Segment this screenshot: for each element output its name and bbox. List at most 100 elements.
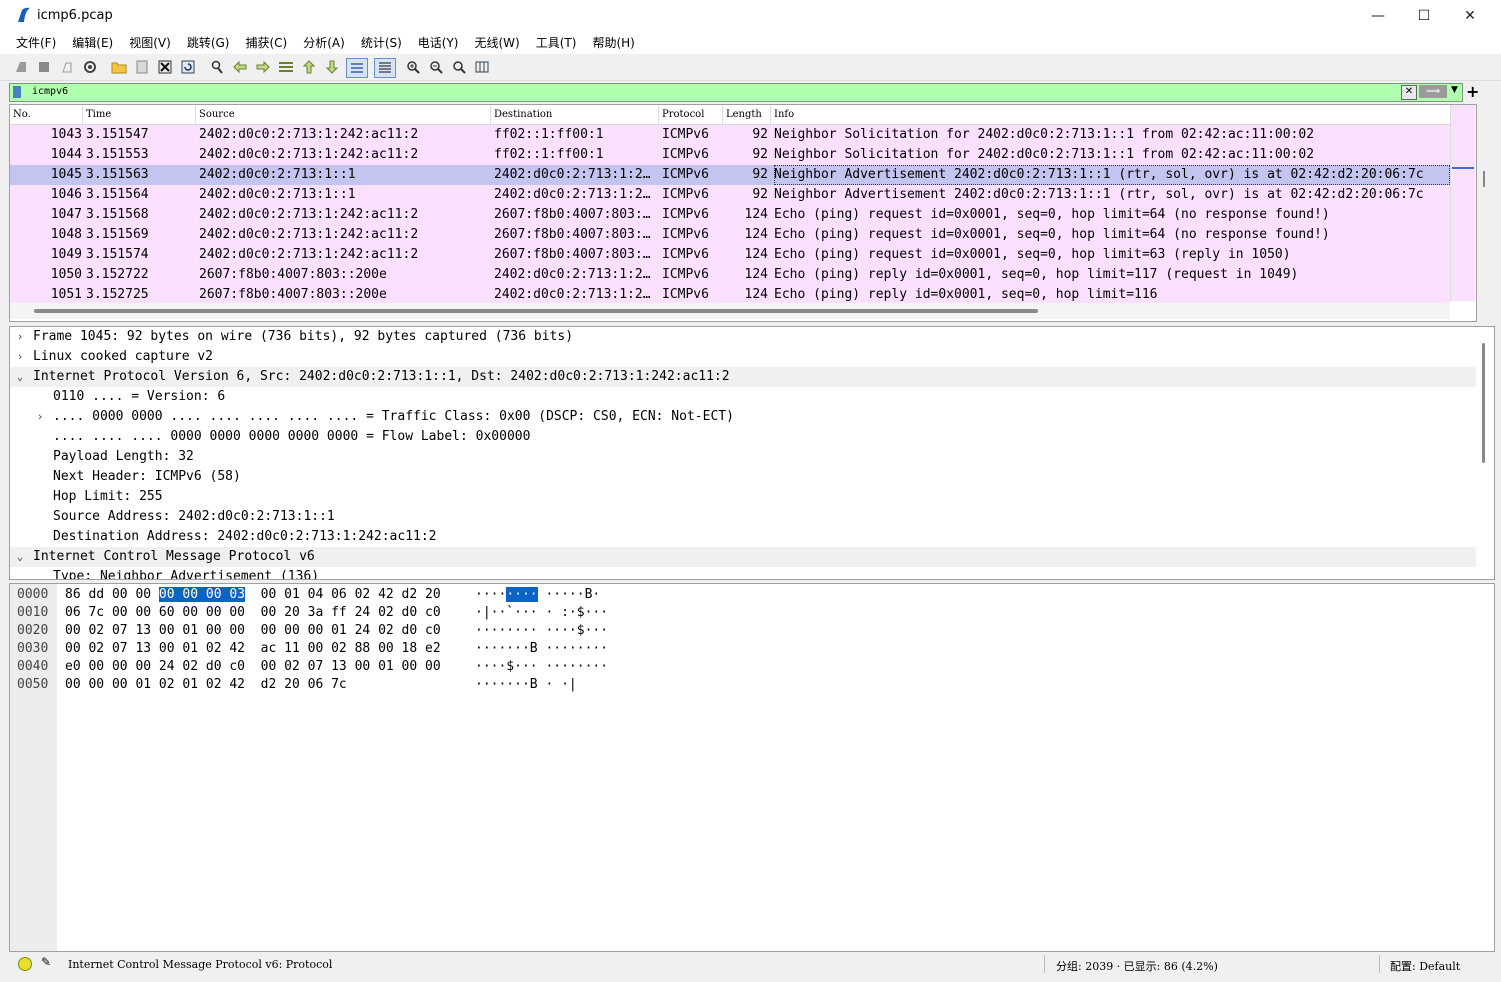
detail-tree-item[interactable]: › .... 0000 0000 .... .... .... .... ....…: [10, 407, 1476, 427]
filter-bookmark-icon[interactable]: [13, 86, 21, 98]
display-filter-input[interactable]: icmpv6: [32, 85, 68, 99]
detail-tree-item[interactable]: Type: Neighbor Advertisement (136): [10, 567, 1476, 579]
packet-list-hscroll-thumb[interactable]: [34, 309, 1038, 313]
stop-capture-icon[interactable]: [35, 58, 53, 76]
open-file-icon[interactable]: [110, 58, 128, 76]
details-scrollbar[interactable]: [1482, 343, 1485, 463]
reload-file-icon[interactable]: [179, 58, 197, 76]
menu-wireless[interactable]: 无线(W): [467, 32, 528, 54]
edit-comment-icon[interactable]: ✎: [41, 955, 51, 969]
packet-list-hscrollbar[interactable]: [10, 303, 1450, 319]
start-capture-icon[interactable]: [12, 58, 30, 76]
detail-tree-item[interactable]: ⌄ Internet Protocol Version 6, Src: 2402:…: [10, 367, 1476, 387]
ascii-bytes[interactable]: ·|··`··· · :·$···: [475, 604, 608, 622]
detail-tree-item[interactable]: › Linux cooked capture v2: [10, 347, 1476, 367]
hex-bytes[interactable]: 86 dd 00 00 00 00 00 03 00 01 04 06 02 4…: [65, 586, 441, 604]
filter-apply-button[interactable]: ⟹: [1419, 85, 1447, 98]
ascii-bytes[interactable]: ········ ·····B·: [475, 586, 600, 604]
column-header-time[interactable]: Time: [83, 105, 196, 124]
column-header-info[interactable]: Info: [771, 105, 1450, 124]
hex-dump-row[interactable]: 0020 00 02 07 13 00 01 00 00 00 00 00 01 …: [10, 622, 710, 640]
menu-view[interactable]: 视图(V): [121, 32, 179, 54]
detail-tree-item[interactable]: 0110 .... = Version: 6: [10, 387, 1476, 407]
close-button[interactable]: ✕: [1447, 0, 1493, 32]
column-header-destination[interactable]: Destination: [491, 105, 659, 124]
menu-edit[interactable]: 编辑(E): [64, 32, 121, 54]
go-last-icon[interactable]: [323, 58, 341, 76]
menu-analyze[interactable]: 分析(A): [295, 32, 353, 54]
close-file-icon[interactable]: [156, 58, 174, 76]
filter-history-dropdown[interactable]: ▼: [1451, 85, 1458, 95]
expand-arrow-icon[interactable]: ›: [13, 327, 27, 347]
go-to-packet-icon[interactable]: [277, 58, 295, 76]
menu-file[interactable]: 文件(F): [8, 32, 64, 54]
find-packet-icon[interactable]: [208, 58, 226, 76]
resize-columns-icon[interactable]: [473, 58, 491, 76]
column-header-no[interactable]: No.: [10, 105, 83, 124]
go-back-icon[interactable]: [231, 58, 249, 76]
menu-go[interactable]: 跳转(G): [179, 32, 238, 54]
ascii-bytes[interactable]: ····$··· ········: [475, 658, 608, 676]
autoscroll-icon[interactable]: [346, 58, 368, 78]
zoom-normal-icon[interactable]: [450, 58, 468, 76]
maximize-button[interactable]: ☐: [1401, 0, 1447, 32]
column-header-length[interactable]: Length: [723, 105, 771, 124]
menu-statistics[interactable]: 统计(S): [353, 32, 410, 54]
detail-tree-item[interactable]: Next Header: ICMPv6 (58): [10, 467, 1476, 487]
packet-row[interactable]: 1047 3.151568 2402:d0c0:2:713:1:242:ac11:2…: [10, 205, 1450, 225]
go-first-icon[interactable]: [300, 58, 318, 76]
menu-telephony[interactable]: 电话(Y): [410, 32, 467, 54]
restart-capture-icon[interactable]: [58, 58, 76, 76]
menu-capture[interactable]: 捕获(C): [237, 32, 295, 54]
packet-row-selected[interactable]: 1045 3.151563 2402:d0c0:2:713:1::1 2402:d0c…: [10, 165, 1450, 185]
expand-arrow-icon[interactable]: ›: [33, 407, 47, 427]
ascii-bytes[interactable]: ·······B ········: [475, 640, 608, 658]
column-header-source[interactable]: Source: [196, 105, 491, 124]
menu-help[interactable]: 帮助(H): [584, 32, 642, 54]
hex-bytes[interactable]: 00 00 00 01 02 01 02 42 d2 20 06 7c: [65, 676, 347, 694]
capture-options-icon[interactable]: [81, 58, 99, 76]
packet-row[interactable]: 1051 3.152725 2607:f8b0:4007:803::200e 2402…: [10, 285, 1450, 305]
hex-dump-row[interactable]: 0030 00 02 07 13 00 01 02 42 ac 11 00 02 …: [10, 640, 710, 658]
detail-tree-item[interactable]: Payload Length: 32: [10, 447, 1476, 467]
filter-clear-button[interactable]: ✕: [1401, 85, 1417, 100]
hex-dump-row[interactable]: 0010 06 7c 00 00 60 00 00 00 00 20 3a ff …: [10, 604, 710, 622]
status-profile[interactable]: 配置: Default: [1390, 958, 1460, 974]
minimize-button[interactable]: —: [1355, 0, 1401, 32]
detail-tree-item[interactable]: Source Address: 2402:d0c0:2:713:1::1: [10, 507, 1476, 527]
zoom-in-icon[interactable]: [404, 58, 422, 76]
detail-tree-item[interactable]: Hop Limit: 255: [10, 487, 1476, 507]
add-filter-button[interactable]: +: [1466, 82, 1479, 101]
hex-dump-row[interactable]: 0050 00 00 00 01 02 01 02 42 d2 20 06 7c ·…: [10, 676, 710, 694]
menu-tools[interactable]: 工具(T): [528, 32, 585, 54]
detail-tree-item[interactable]: Destination Address: 2402:d0c0:2:713:1:2…: [10, 527, 1476, 547]
detail-tree-item[interactable]: .... .... .... 0000 0000 0000 0000 0000 …: [10, 427, 1476, 447]
ascii-bytes[interactable]: ········ ····$···: [475, 622, 608, 640]
go-forward-icon[interactable]: [254, 58, 272, 76]
hex-bytes[interactable]: 00 02 07 13 00 01 00 00 00 00 00 01 24 0…: [65, 622, 441, 640]
expert-info-icon[interactable]: [18, 957, 32, 971]
packet-row[interactable]: 1046 3.151564 2402:d0c0:2:713:1::1 2402:d0c…: [10, 185, 1450, 205]
packet-row[interactable]: 1048 3.151569 2402:d0c0:2:713:1:242:ac11:2…: [10, 225, 1450, 245]
collapse-arrow-icon[interactable]: ⌄: [13, 547, 27, 567]
column-header-protocol[interactable]: Protocol: [659, 105, 723, 124]
hex-bytes[interactable]: e0 00 00 00 24 02 d0 c0 00 02 07 13 00 0…: [65, 658, 441, 676]
hex-dump-row[interactable]: 0000 86 dd 00 00 00 00 00 03 00 01 04 06 …: [10, 586, 710, 604]
colorize-icon[interactable]: [374, 58, 396, 78]
hex-bytes[interactable]: 00 02 07 13 00 01 02 42 ac 11 00 02 88 0…: [65, 640, 441, 658]
collapse-arrow-icon[interactable]: ⌄: [13, 367, 27, 387]
save-file-icon[interactable]: [133, 58, 151, 76]
expand-arrow-icon[interactable]: ›: [13, 347, 27, 367]
zoom-out-icon[interactable]: [427, 58, 445, 76]
detail-tree-item[interactable]: ⌄ Internet Control Message Protocol v6: [10, 547, 1476, 567]
packet-list-scroll-thumb[interactable]: [1483, 171, 1485, 187]
packet-list-scrollbar[interactable]: [1450, 105, 1475, 301]
packet-row[interactable]: 1049 3.151574 2402:d0c0:2:713:1:242:ac11:2…: [10, 245, 1450, 265]
packet-row[interactable]: 1044 3.151553 2402:d0c0:2:713:1:242:ac11:2…: [10, 145, 1450, 165]
hex-bytes[interactable]: 06 7c 00 00 60 00 00 00 00 20 3a ff 24 0…: [65, 604, 441, 622]
detail-tree-item[interactable]: › Frame 1045: 92 bytes on wire (736 bits)…: [10, 327, 1476, 347]
packet-row[interactable]: 1050 3.152722 2607:f8b0:4007:803::200e 2402…: [10, 265, 1450, 285]
hex-dump-row[interactable]: 0040 e0 00 00 00 24 02 d0 c0 00 02 07 13 …: [10, 658, 710, 676]
ascii-bytes[interactable]: ·······B · ·|: [475, 676, 577, 694]
packet-row[interactable]: 1043 3.151547 2402:d0c0:2:713:1:242:ac11:2…: [10, 125, 1450, 145]
